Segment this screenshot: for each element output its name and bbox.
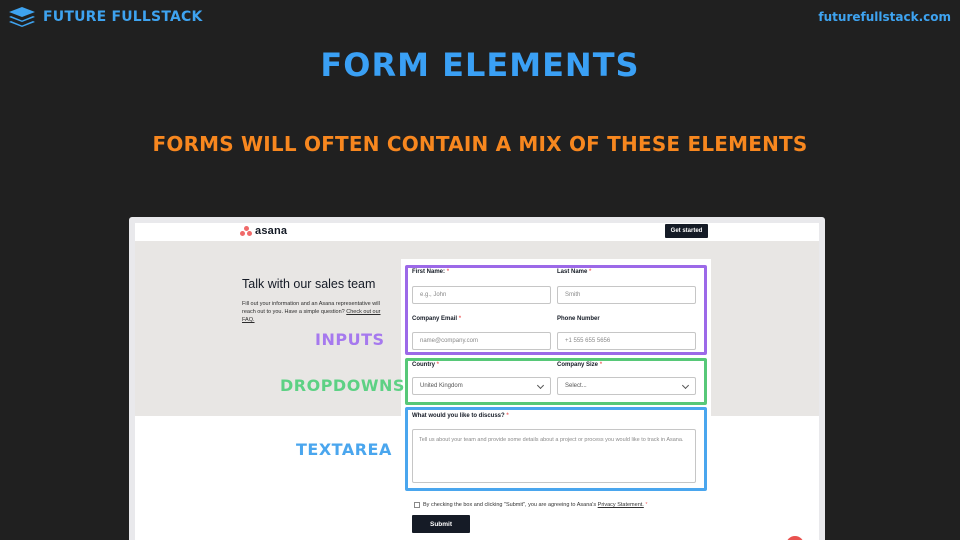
sales-heading: Talk with our sales team — [242, 277, 376, 291]
slide-subtitle: FORMS WILL OFTEN CONTAIN A MIX OF THESE … — [152, 132, 808, 156]
dropdowns-highlight-box — [405, 358, 707, 405]
asana-logo[interactable]: asana — [240, 225, 287, 237]
textarea-annotation: TEXTAREA — [296, 440, 392, 459]
privacy-statement-link[interactable]: Privacy Statement. — [598, 502, 644, 508]
asana-header: asana Get started — [135, 223, 819, 241]
submit-button[interactable]: Submit — [412, 515, 470, 533]
stack-layers-icon — [9, 7, 35, 27]
sales-description: Fill out your information and an Asana r… — [242, 300, 392, 324]
asana-dots-icon — [240, 226, 252, 236]
dropdowns-annotation: DROPDOWNS — [280, 376, 405, 395]
inputs-annotation: INPUTS — [315, 330, 385, 349]
consent-checkbox[interactable] — [414, 502, 420, 508]
inputs-highlight-box — [405, 265, 707, 355]
slide-title: FORM ELEMENTS — [320, 46, 640, 84]
get-started-button[interactable]: Get started — [665, 224, 708, 238]
asana-logo-text: asana — [255, 225, 288, 237]
textarea-highlight-box — [405, 407, 707, 491]
site-url[interactable]: futurefullstack.com — [818, 10, 951, 24]
consent-text: By checking the box and clicking "Submit… — [423, 502, 648, 508]
brand-name: FUTURE FULLSTACK — [43, 9, 203, 25]
brand-logo: FUTURE FULLSTACK — [7, 5, 203, 29]
